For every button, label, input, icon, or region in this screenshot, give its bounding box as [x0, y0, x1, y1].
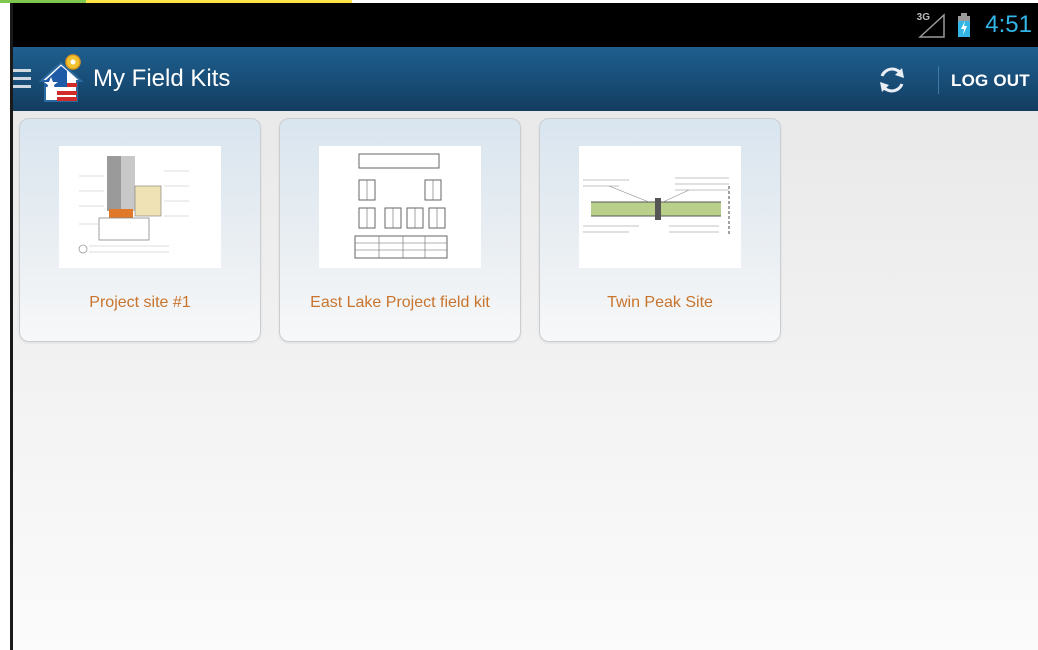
page-title: My Field Kits [93, 65, 231, 92]
refresh-icon[interactable] [875, 63, 909, 97]
clock: 4:51 [985, 11, 1032, 38]
battery-icon [958, 13, 970, 37]
field-kits-grid: Project site #1 East Lake Project field … [13, 111, 1038, 650]
field-kit-card[interactable]: Twin Peak Site [539, 118, 781, 342]
action-bar: My Field Kits LOG OUT [13, 47, 1038, 111]
signal-icon [918, 13, 945, 38]
field-kit-name: Project site #1 [89, 294, 191, 311]
field-kit-name: East Lake Project field kit [310, 294, 490, 311]
device-bezel [0, 3, 13, 650]
field-kit-thumbnail [319, 146, 481, 268]
menu-icon[interactable] [13, 69, 33, 91]
field-kit-thumbnail [59, 146, 221, 268]
field-kit-name: Twin Peak Site [607, 294, 713, 311]
field-kit-card[interactable]: Project site #1 [19, 118, 261, 342]
device-screen: 3G 4:51 My Field Kits LOG OUT Project si… [13, 3, 1038, 650]
status-bar: 3G 4:51 [13, 3, 1038, 47]
field-kit-thumbnail [579, 146, 741, 268]
action-divider [938, 66, 939, 94]
logout-button[interactable]: LOG OUT [951, 71, 1030, 91]
field-kit-card[interactable]: East Lake Project field kit [279, 118, 521, 342]
app-logo-icon[interactable] [37, 53, 85, 105]
